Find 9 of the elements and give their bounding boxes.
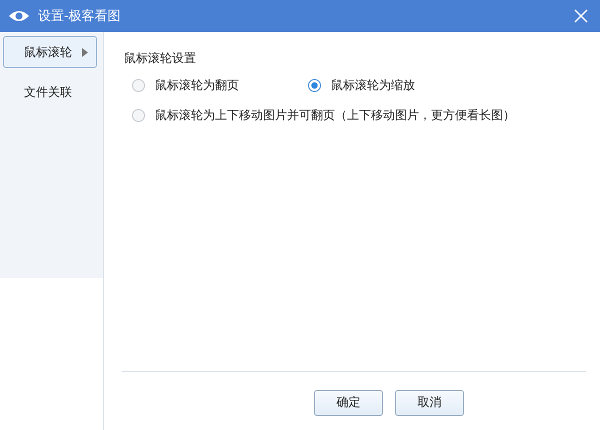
radio-label[interactable]: 鼠标滚轮为上下移动图片并可翻页（上下移动图片，更方便看长图） <box>155 107 515 124</box>
sidebar-item[interactable]: 鼠标滚轮 <box>3 36 97 68</box>
radio-label[interactable]: 鼠标滚轮为翻页 <box>155 77 239 94</box>
dialog-button[interactable]: 取消 <box>395 390 464 416</box>
section-title: 鼠标滚轮设置 <box>124 50 197 67</box>
sidebar-item[interactable]: 文件关联 <box>3 76 97 108</box>
radio-label[interactable]: 鼠标滚轮为缩放 <box>331 77 415 94</box>
window-title: 设置-极客看图 <box>38 8 122 25</box>
dialog-button[interactable]: 确定 <box>314 390 383 416</box>
